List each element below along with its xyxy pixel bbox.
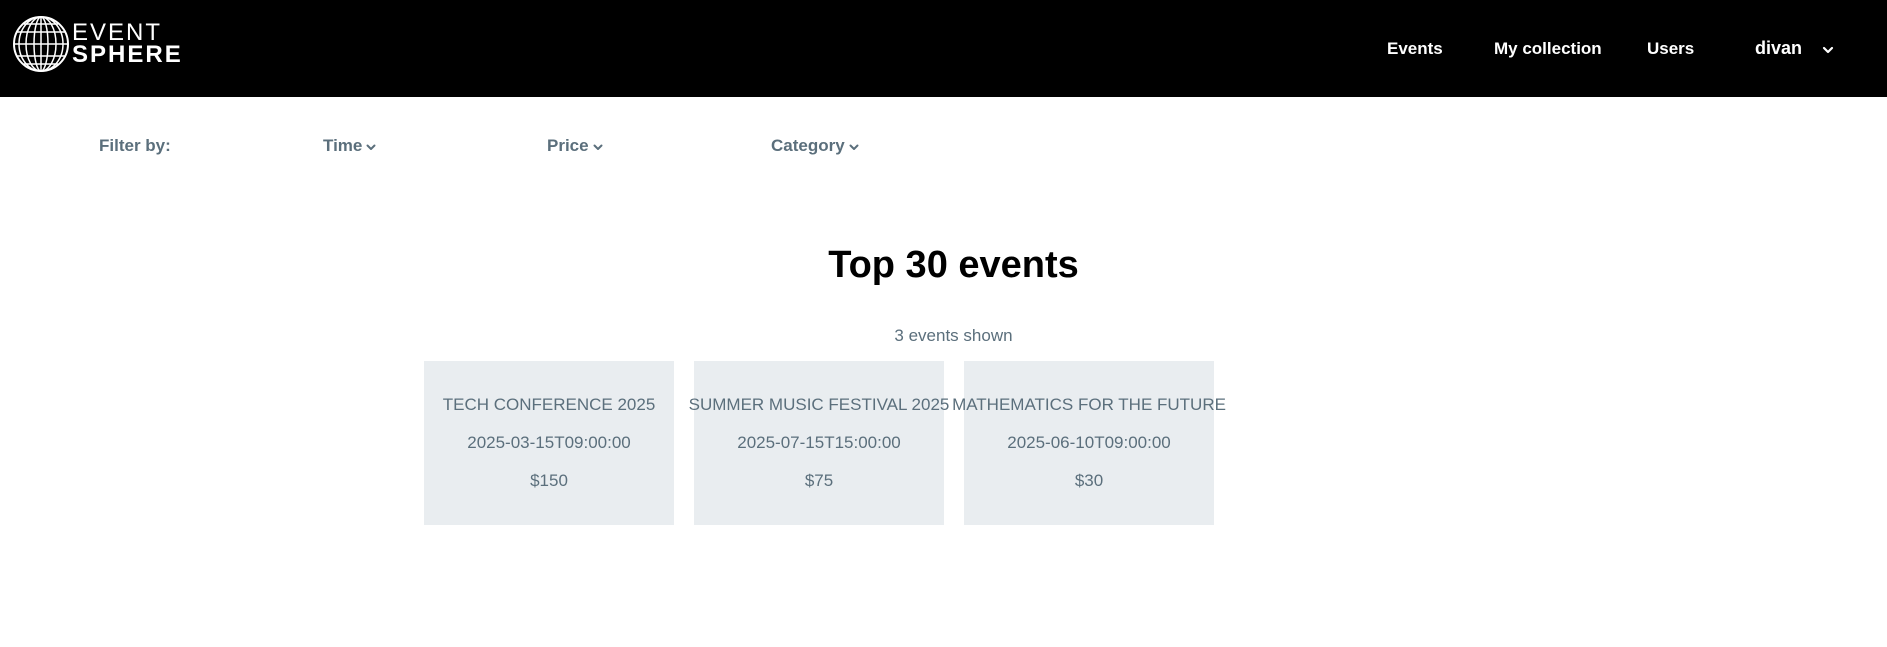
event-card[interactable]: MATHEMATICS FOR THE FUTURE 2025-06-10T09… (952, 361, 1226, 525)
event-datetime: 2025-07-15T15:00:00 (737, 433, 901, 452)
events-count-text: 3 events shown (894, 326, 1013, 345)
event-datetime: 2025-03-15T09:00:00 (467, 433, 631, 452)
chevron-down-icon (366, 136, 376, 156)
nav-users-label: Users (1647, 38, 1695, 58)
filter-bar: Filter by: Time Price Category (0, 136, 1887, 160)
event-card[interactable]: SUMMER MUSIC FESTIVAL 2025 2025-07-15T15… (689, 361, 949, 525)
nav-events-label: Events (1387, 38, 1443, 58)
chevron-down-icon (593, 136, 603, 156)
event-name: TECH CONFERENCE 2025 (442, 395, 656, 414)
event-price: $150 (530, 471, 568, 490)
username-label: divan (1755, 38, 1803, 58)
chevron-down-icon (849, 136, 859, 156)
event-price: $30 (1074, 471, 1104, 490)
nav-my-collection-link[interactable]: My collection (1494, 0, 1602, 97)
event-card-list: TECH CONFERENCE 2025 2025-03-15T09:00:00… (424, 361, 1226, 525)
category-filter-label: Category (771, 136, 845, 155)
logo[interactable]: EVENT SPHERE (12, 14, 183, 74)
price-filter-dropdown[interactable]: Price (547, 136, 603, 156)
page-title: Top 30 events (828, 244, 1079, 286)
nav-events-link[interactable]: Events (1387, 0, 1443, 97)
nav-my-collection-label: My collection (1494, 38, 1602, 58)
time-filter-dropdown[interactable]: Time (323, 136, 376, 156)
nav-users-link[interactable]: Users (1647, 0, 1694, 97)
filter-by-label: Filter by: (99, 136, 171, 155)
category-filter-dropdown[interactable]: Category (771, 136, 859, 156)
chevron-down-icon (1822, 38, 1834, 59)
top-navbar: EVENT SPHERE Events My collection Users … (0, 0, 1887, 97)
event-card[interactable]: TECH CONFERENCE 2025 2025-03-15T09:00:00… (424, 361, 674, 525)
time-filter-label: Time (323, 136, 363, 155)
event-datetime: 2025-06-10T09:00:00 (1007, 433, 1171, 452)
event-name: SUMMER MUSIC FESTIVAL 2025 (688, 395, 950, 414)
price-filter-label: Price (547, 136, 589, 155)
user-menu-dropdown[interactable]: divan (1755, 0, 1834, 97)
event-price: $75 (804, 471, 834, 490)
event-name: MATHEMATICS FOR THE FUTURE (952, 395, 1226, 414)
globe-icon (12, 15, 70, 73)
logo-text: EVENT SPHERE (72, 21, 183, 68)
logo-word-sphere: SPHERE (72, 41, 183, 68)
